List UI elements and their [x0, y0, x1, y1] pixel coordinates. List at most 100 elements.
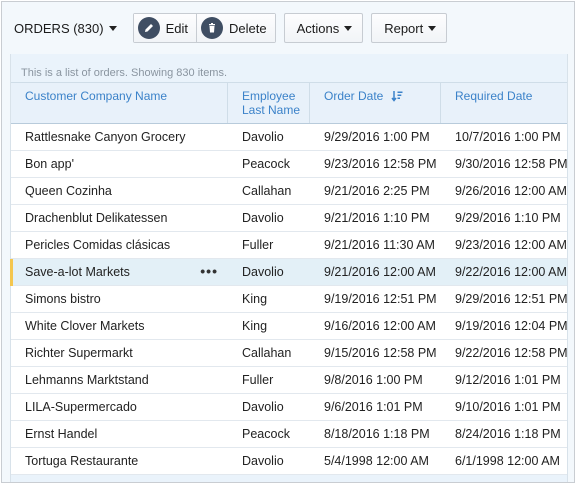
customer-cell: Tortuga Restaurante [11, 448, 228, 474]
column-header-customer[interactable]: Customer Company Name [11, 83, 228, 123]
more-horizontal-icon[interactable]: ••• [200, 259, 218, 283]
employee-cell: Callahan [228, 178, 310, 204]
table-row[interactable]: Bon app' Peacock 9/23/2016 12:58 PM 9/30/20… [11, 151, 567, 178]
employee-cell-text: Davolio [242, 130, 284, 144]
order-date-cell: 9/21/2016 1:10 PM [310, 205, 441, 231]
edit-button[interactable]: Edit [133, 14, 196, 42]
customer-cell: Bon app' [11, 151, 228, 177]
table-row[interactable]: Rattlesnake Canyon Grocery Davolio 9/29/20… [11, 124, 567, 151]
required-date-cell: 8/24/2016 1:18 PM [441, 421, 567, 447]
customer-cell-text: Simons bistro [25, 292, 101, 306]
customer-cell-text: Bon app' [25, 157, 74, 171]
required-date-cell: 9/19/2016 12:04 PM [441, 313, 567, 339]
order-date-cell-text: 9/21/2016 12:00 AM [324, 265, 436, 279]
customer-cell: LILA-Supermercado [11, 394, 228, 420]
table-row[interactable]: Lehmanns Marktstand Fuller 9/8/2016 1:00 P… [11, 367, 567, 394]
employee-cell: Davolio [228, 124, 310, 150]
delete-button[interactable]: Delete [195, 14, 275, 42]
customer-cell-text: Tortuga Restaurante [25, 454, 139, 468]
employee-cell: Fuller [228, 232, 310, 258]
view-title: ORDERS (830) [14, 20, 104, 36]
employee-cell: Davolio [228, 205, 310, 231]
report-label: Report [384, 20, 424, 36]
column-header-label: Required Date [455, 89, 533, 103]
order-date-cell-text: 5/4/1998 12:00 AM [324, 454, 429, 468]
required-date-cell-text: 9/30/2016 12:58 PM [455, 157, 567, 171]
employee-cell-text: Callahan [242, 184, 292, 198]
required-date-cell: 9/30/2016 12:58 PM [441, 151, 567, 177]
orders-view: ORDERS (830) Edit Delete Actions Report [1, 1, 575, 483]
required-date-cell-text: 6/1/1998 12:00 AM [455, 454, 560, 468]
grid-rows: Rattlesnake Canyon Grocery Davolio 9/29/20… [10, 124, 567, 475]
actions-dropdown[interactable]: Actions [283, 13, 364, 43]
column-header-label: Last Name [242, 103, 301, 117]
customer-cell-text: Pericles Comidas clásicas [25, 238, 171, 252]
employee-cell-text: King [242, 292, 268, 306]
required-date-cell: 9/29/2016 12:51 PM [441, 286, 567, 312]
table-row[interactable]: LILA-Supermercado Davolio 9/6/2016 1:01 PM… [11, 394, 567, 421]
required-date-cell-text: 9/19/2016 12:04 PM [455, 319, 567, 333]
table-row[interactable]: Simons bistro King 9/19/2016 12:51 PM 9/29/… [11, 286, 567, 313]
employee-cell: Peacock [228, 151, 310, 177]
table-row[interactable]: Queen Cozinha Callahan 9/21/2016 2:25 PM 9/… [11, 178, 567, 205]
employee-cell-text: Davolio [242, 211, 284, 225]
table-row[interactable]: Save-a-lot Markets ••• Davolio 9/21/2016 12… [10, 259, 567, 286]
report-dropdown[interactable]: Report [371, 13, 448, 43]
required-date-cell-text: 9/29/2016 12:51 PM [455, 292, 567, 306]
required-date-cell-text: 9/22/2016 12:00 AM [455, 265, 567, 279]
edit-delete-group: Edit Delete [132, 13, 276, 43]
order-date-cell-text: 9/21/2016 11:30 AM [324, 238, 435, 252]
customer-cell-text: LILA-Supermercado [25, 400, 137, 414]
table-row[interactable]: Pericles Comidas clásicas Fuller 9/21/2016… [11, 232, 567, 259]
table-row[interactable]: White Clover Markets King 9/16/2016 12:00 … [11, 313, 567, 340]
order-date-cell: 9/21/2016 2:25 PM [310, 178, 441, 204]
required-date-cell: 9/29/2016 1:10 PM [441, 205, 567, 231]
customer-cell-text: White Clover Markets [25, 319, 145, 333]
order-date-cell-text: 9/29/2016 1:00 PM [324, 130, 430, 144]
table-row[interactable]: Richter Supermarkt Callahan 9/15/2016 12:5… [11, 340, 567, 367]
order-date-cell-text: 9/15/2016 12:58 PM [324, 346, 437, 360]
order-date-cell: 9/21/2016 11:30 AM [310, 232, 441, 258]
table-row[interactable]: Ernst Handel Peacock 8/18/2016 1:18 PM 8/24… [11, 421, 567, 448]
order-date-cell: 9/6/2016 1:01 PM [310, 394, 441, 420]
employee-cell-text: Fuller [242, 238, 274, 252]
order-date-cell-text: 9/21/2016 1:10 PM [324, 211, 430, 225]
employee-cell: Peacock [228, 421, 310, 447]
view-selector[interactable]: ORDERS (830) [10, 13, 123, 43]
column-header-required-date[interactable]: Required Date [441, 83, 567, 123]
orders-grid: This is a list of orders. Showing 830 it… [10, 54, 568, 482]
required-date-cell-text: 9/23/2016 12:00 AM [455, 238, 567, 252]
employee-cell: Davolio [228, 394, 310, 420]
required-date-cell-text: 9/10/2016 1:01 PM [455, 400, 561, 414]
employee-cell: Callahan [228, 340, 310, 366]
table-row[interactable]: Tortuga Restaurante Davolio 5/4/1998 12:00… [11, 448, 567, 475]
customer-cell-text: Rattlesnake Canyon Grocery [25, 130, 186, 144]
column-header-order-date[interactable]: Order Date [310, 83, 441, 123]
column-header-employee[interactable]: Employee Last Name [228, 83, 310, 123]
order-date-cell-text: 9/6/2016 1:01 PM [324, 400, 423, 414]
customer-cell-text: Richter Supermarkt [25, 346, 133, 360]
customer-cell-text: Ernst Handel [25, 427, 98, 441]
order-date-cell: 9/29/2016 1:00 PM [310, 124, 441, 150]
chevron-down-icon [344, 25, 353, 31]
order-date-cell: 9/16/2016 12:00 AM [310, 313, 441, 339]
required-date-cell-text: 9/26/2016 12:00 AM [455, 184, 567, 198]
order-date-cell: 9/21/2016 12:00 AM [310, 259, 441, 285]
order-date-cell-text: 8/18/2016 1:18 PM [324, 427, 430, 441]
customer-cell: Ernst Handel [11, 421, 228, 447]
pencil-icon [137, 17, 160, 39]
order-date-cell: 8/18/2016 1:18 PM [310, 421, 441, 447]
customer-cell: Pericles Comidas clásicas [11, 232, 228, 258]
employee-cell: King [228, 286, 310, 312]
column-header-label: Customer Company Name [25, 89, 168, 103]
chevron-down-icon [108, 25, 117, 31]
order-date-cell: 5/4/1998 12:00 AM [310, 448, 441, 474]
customer-cell-text: Save-a-lot Markets [25, 265, 130, 279]
customer-cell-text: Queen Cozinha [25, 184, 112, 198]
customer-cell: Simons bistro [11, 286, 228, 312]
required-date-cell: 9/23/2016 12:00 AM [441, 232, 567, 258]
edit-label: Edit [165, 20, 188, 36]
employee-cell: King [228, 313, 310, 339]
table-row[interactable]: Drachenblut Delikatessen Davolio 9/21/2016… [11, 205, 567, 232]
employee-cell-text: Davolio [242, 265, 284, 279]
